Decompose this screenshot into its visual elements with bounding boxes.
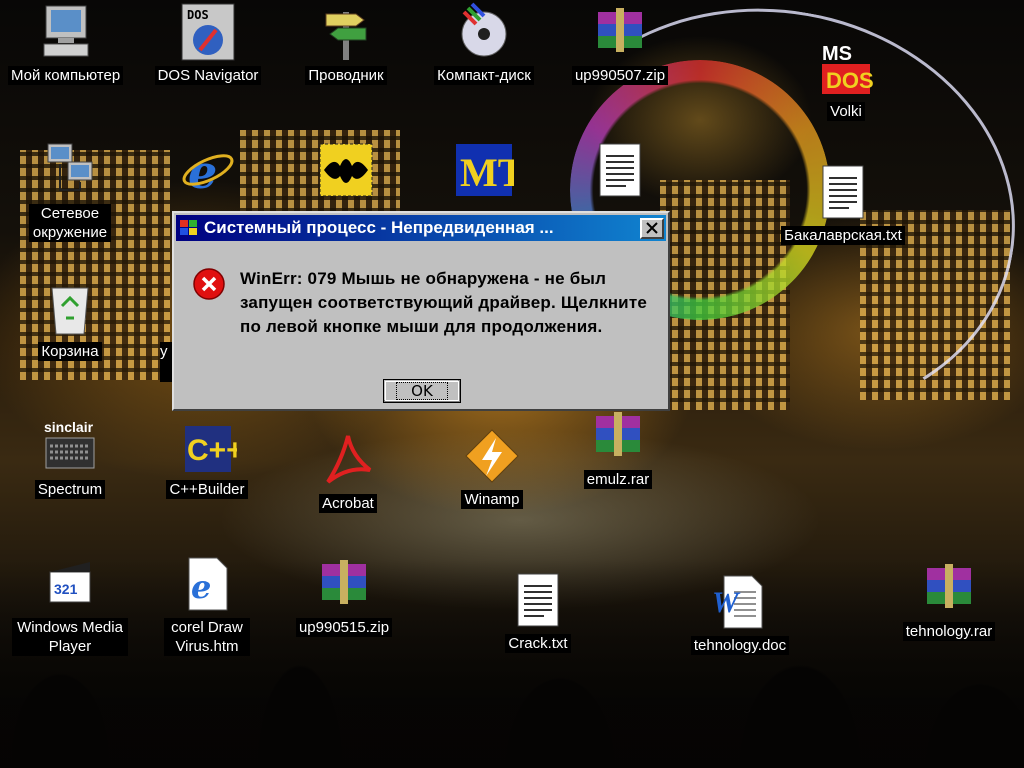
svg-text:321: 321 bbox=[54, 581, 78, 597]
desktop-icon-network[interactable]: Сетевое окружение bbox=[22, 138, 118, 242]
desktop-icon-label: Мой компьютер bbox=[8, 66, 124, 85]
svg-text:MT: MT bbox=[460, 150, 514, 195]
desktop-icon-label: corel Draw Virus.htm bbox=[164, 618, 250, 656]
svg-text:e: e bbox=[188, 145, 217, 199]
desktop-icon-label: Crack.txt bbox=[505, 634, 571, 653]
svg-text:C++: C++ bbox=[187, 434, 237, 467]
desktop-icon-tehnology-rar[interactable]: tehnology.rar bbox=[898, 556, 1000, 641]
winrar-archive-icon bbox=[588, 0, 652, 64]
ok-button[interactable]: OK bbox=[383, 379, 461, 403]
desktop-icon-explorer[interactable]: Проводник bbox=[298, 0, 394, 85]
desktop-icon-the-bat[interactable] bbox=[314, 138, 378, 202]
desktop-icon-dos-navigator[interactable]: DOS DOS Navigator bbox=[150, 0, 266, 85]
svg-text:e: e bbox=[191, 568, 211, 606]
desktop-icon-label: Spectrum bbox=[34, 480, 106, 499]
winrar-archive-icon bbox=[312, 552, 376, 616]
winrar-archive-icon bbox=[917, 556, 981, 620]
notepad-file-icon bbox=[506, 568, 570, 632]
desktop-icon-multitran[interactable]: MT bbox=[452, 138, 516, 202]
desktop-icon-volki[interactable]: MS DOS Volki bbox=[810, 36, 882, 121]
desktop-icon-label: Компакт-диск bbox=[434, 66, 534, 85]
desktop-icon-recycle-bin[interactable]: Корзина bbox=[36, 276, 104, 361]
notepad-file-icon bbox=[588, 138, 652, 202]
close-button[interactable] bbox=[640, 217, 664, 239]
desktop-icon-label: Acrobat bbox=[319, 494, 377, 513]
desktop-icon-tehnology-doc[interactable]: W tehnology.doc bbox=[686, 570, 794, 655]
desktop-icon-acrobat[interactable]: Acrobat bbox=[314, 428, 382, 513]
notepad-file-icon bbox=[811, 160, 875, 224]
dialog-titlebar[interactable]: Системный процесс - Непредвиденная ... bbox=[176, 215, 666, 241]
desktop-icon-label: Корзина bbox=[38, 342, 102, 361]
desktop-icon-crack-txt[interactable]: Crack.txt bbox=[500, 568, 576, 653]
svg-text:W: W bbox=[712, 586, 741, 619]
html-document-icon: e bbox=[175, 552, 239, 616]
desktop-icon-label: Volki bbox=[827, 102, 865, 121]
desktop-icon-label: Сетевое окружение bbox=[29, 204, 111, 242]
internet-explorer-icon: e bbox=[176, 138, 240, 202]
desktop-icon-emulz-rar[interactable]: emulz.rar bbox=[578, 404, 658, 489]
media-player-icon: 321 bbox=[38, 552, 102, 616]
svg-text:MS: MS bbox=[822, 43, 852, 65]
zx-spectrum-icon: sinclair bbox=[38, 414, 102, 478]
desktop-icon-wmp[interactable]: 321 Windows Media Player bbox=[8, 552, 132, 656]
desktop-icon-spectrum[interactable]: sinclair Spectrum bbox=[30, 414, 110, 499]
close-icon bbox=[646, 222, 658, 234]
desktop-icon-winamp[interactable]: Winamp bbox=[456, 424, 528, 509]
desktop-icon-label: Windows Media Player bbox=[12, 618, 128, 656]
dialog-title: Системный процесс - Непредвиденная ... bbox=[204, 218, 554, 237]
svg-text:DOS: DOS bbox=[187, 8, 209, 22]
recycle-bin-icon bbox=[38, 276, 102, 340]
desktop-icon-label: emulz.rar bbox=[583, 470, 653, 489]
computer-icon bbox=[34, 0, 98, 64]
winamp-icon bbox=[460, 424, 524, 488]
desktop-icon-text-file[interactable] bbox=[588, 138, 652, 202]
acrobat-icon bbox=[316, 428, 380, 492]
desktop-icon-internet-explorer[interactable]: e bbox=[176, 138, 240, 202]
ok-button-label: OK bbox=[396, 382, 448, 400]
windows-logo-icon bbox=[180, 220, 197, 235]
desktop-icon-label: C++Builder bbox=[166, 480, 248, 499]
dos-navigator-icon: DOS bbox=[176, 0, 240, 64]
desktop-icon-label: tehnology.doc bbox=[690, 636, 790, 655]
desktop-icon-label: up990507.zip bbox=[571, 66, 669, 85]
word-document-icon: W bbox=[708, 570, 772, 634]
desktop-icon-bachelor-txt[interactable]: Бакалаврская.txt bbox=[776, 160, 910, 245]
desktop-icon-label: tehnology.rar bbox=[902, 622, 996, 641]
error-icon bbox=[193, 268, 225, 300]
bat-mail-icon bbox=[314, 138, 378, 202]
desktop-icon-cd-drive[interactable]: Компакт-диск bbox=[426, 0, 542, 85]
desktop-icon-up990507[interactable]: up990507.zip bbox=[566, 0, 674, 85]
svg-text:DOS: DOS bbox=[826, 68, 874, 93]
desktop-icon-label: Winamp bbox=[461, 490, 523, 509]
cpp-builder-icon: C++ bbox=[175, 414, 239, 478]
desktop-icon-label: DOS Navigator bbox=[154, 66, 262, 85]
desktop-icon-label: up990515.zip bbox=[295, 618, 393, 637]
network-neighborhood-icon bbox=[38, 138, 102, 202]
desktop-icon-label: Проводник bbox=[305, 66, 387, 85]
winrar-archive-icon bbox=[586, 404, 650, 468]
cd-icon bbox=[452, 0, 516, 64]
desktop-icon-cpp-builder[interactable]: C++ C++Builder bbox=[164, 414, 250, 499]
signpost-icon bbox=[314, 0, 378, 64]
desktop[interactable]: Мой компьютер DOS DOS Navigator Проводни… bbox=[0, 0, 1024, 768]
svg-text:sinclair: sinclair bbox=[44, 419, 94, 435]
msdos-icon: MS DOS bbox=[814, 36, 878, 100]
error-dialog: Системный процесс - Непредвиденная ... W… bbox=[172, 211, 670, 411]
desktop-icon-my-computer[interactable]: Мой компьютер bbox=[8, 0, 124, 85]
error-message: WinErr: 079 Мышь не обнаружена - не был … bbox=[240, 269, 648, 336]
desktop-icon-label: Бакалаврская.txt bbox=[781, 226, 905, 245]
multitran-icon: MT bbox=[452, 138, 516, 202]
desktop-icon-up990515[interactable]: up990515.zip bbox=[292, 552, 396, 637]
desktop-icon-coreldraw-htm[interactable]: e corel Draw Virus.htm bbox=[164, 552, 250, 656]
